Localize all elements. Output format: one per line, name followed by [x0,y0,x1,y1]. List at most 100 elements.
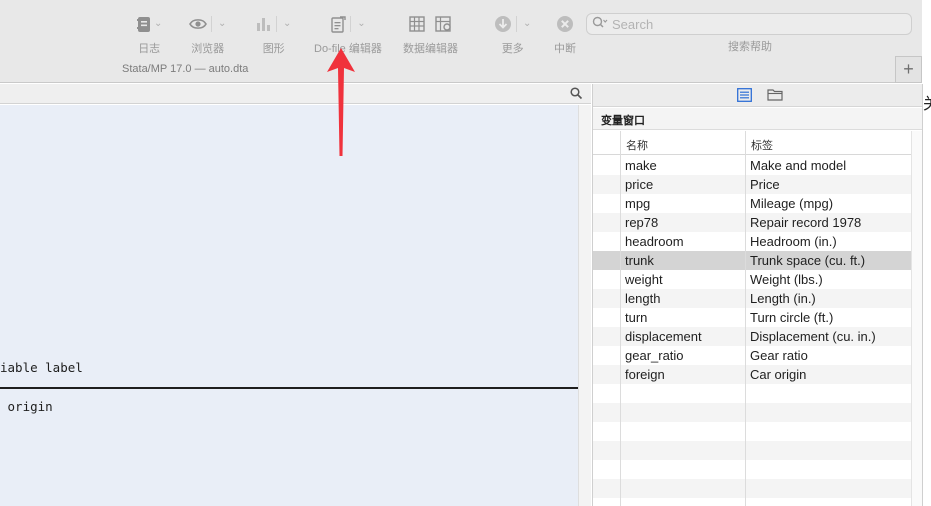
variable-name: rep78 [625,215,659,230]
variable-row-empty [593,441,911,460]
variable-row-empty [593,422,911,441]
variables-pane: 变量窗口 名称 标签 make Make and model price Price m… [592,84,923,506]
do-file-editor-icon [330,15,346,33]
toolbar-divider [516,16,517,32]
variable-row[interactable]: rep78 Repair record 1978 [593,213,911,232]
variable-name: mpg [625,196,651,211]
toolbar-divider [211,16,212,32]
variable-row[interactable]: displacement Displacement (cu. in.) [593,327,911,346]
variable-name: trunk [625,253,654,268]
data-editor-button[interactable]: 数据编辑器 [403,13,458,56]
chevron-down-icon[interactable]: ⌄ [523,19,531,29]
variable-label: Displacement (cu. in.) [750,329,876,344]
search-icon[interactable] [570,87,583,103]
search-field[interactable] [586,13,912,35]
eye-icon [189,17,207,31]
variable-label: Headroom (in.) [750,234,837,249]
break-button-label: 中断 [554,43,576,55]
results-window[interactable]: iable label origin [0,105,578,506]
variable-row[interactable]: gear_ratio Gear ratio [593,346,911,365]
results-header-text: iable label [0,360,83,375]
variable-row[interactable]: trunk Trunk space (cu. ft.) [593,251,911,270]
variable-name: make [625,158,657,173]
variable-row[interactable]: weight Weight (lbs.) [593,270,911,289]
search-help-label: 搜索帮助 [728,41,772,53]
variable-row[interactable]: foreign Car origin [593,365,911,384]
folder-icon[interactable] [767,88,783,104]
variable-row[interactable]: length Length (in.) [593,289,911,308]
variable-label: Price [750,177,780,192]
column-header-label[interactable]: 标签 [751,137,773,153]
chevron-down-icon[interactable]: ⌄ [218,19,226,29]
variables-toolbar [593,84,923,107]
more-down-arrow-icon [494,15,512,33]
variable-row[interactable]: turn Turn circle (ft.) [593,308,911,327]
variable-name: foreign [625,367,665,382]
search-input[interactable] [612,16,892,32]
variable-label: Mileage (mpg) [750,196,834,211]
results-value-text: origin [0,399,53,414]
variable-name: displacement [625,329,702,344]
log-button[interactable]: ⌄ 日志 [136,13,162,56]
annotation-arrow-icon [327,48,355,156]
variable-label: Gear ratio [750,348,808,363]
column-divider[interactable] [745,131,746,506]
variables-table-header: 名称 标签 [593,131,911,155]
column-divider [620,131,621,506]
variable-name: weight [625,272,663,287]
graph-button-label: 图形 [262,43,285,55]
background-window-edge [922,0,931,84]
variable-row[interactable]: headroom Headroom (in.) [593,232,911,251]
variable-row-empty [593,384,911,403]
variables-list-icon[interactable] [737,88,752,105]
chevron-down-icon[interactable]: ⌄ [357,19,365,29]
log-button-label: 日志 [138,43,161,55]
chevron-down-icon[interactable]: ⌄ [283,19,291,29]
variable-row[interactable]: price Price [593,175,911,194]
graph-button[interactable]: ⌄ 图形 [256,13,291,56]
results-scrollbar[interactable] [578,105,591,506]
variable-name: gear_ratio [625,348,684,363]
bar-graph-icon [256,17,272,32]
toolbar-divider [276,16,277,32]
break-icon [556,15,574,33]
window-title: Stata/MP 17.0 — auto.dta [122,63,249,75]
edge-glyph: 关 [923,90,931,114]
data-editor-icon [408,15,429,33]
more-button-label: 更多 [501,43,524,55]
variable-row[interactable]: mpg Mileage (mpg) [593,194,911,213]
variable-name: price [625,177,654,192]
chevron-down-icon[interactable]: ⌄ [154,19,162,29]
background-window-edge: 关 [922,84,931,506]
more-button[interactable]: ⌄ 更多 [494,13,531,56]
data-browser-icon[interactable] [434,15,453,33]
variable-label: Length (in.) [750,291,816,306]
variables-window-title: 变量窗口 [593,108,923,130]
variable-label: Car origin [750,367,807,382]
break-button[interactable]: 中断 [554,13,576,56]
variable-label: Repair record 1978 [750,215,862,230]
results-divider [0,387,578,389]
variable-name: turn [625,310,648,325]
log-notebook-icon [136,16,152,33]
main-toolbar: ⌄ 日志 ⌄ 浏览器 ⌄ 图形 ⌄ Do-file 编辑器 数据编辑器 ⌄ 更多… [0,0,922,83]
variable-row[interactable]: make Make and model [593,156,911,175]
results-header-bar [0,84,591,104]
viewer-button[interactable]: ⌄ 浏览器 [189,13,226,56]
variable-label: Trunk space (cu. ft.) [750,253,866,268]
variable-label: Make and model [750,158,847,173]
toolbar-divider [350,16,352,32]
new-tab-button[interactable]: + [895,56,922,83]
variable-row-empty [593,479,911,498]
variable-label: Weight (lbs.) [750,272,823,287]
column-header-name[interactable]: 名称 [626,137,648,153]
variables-list: make Make and model price Price mpg Mileage (… [593,156,911,506]
variable-name: length [625,291,661,306]
variable-label: Turn circle (ft.) [750,310,834,325]
data-editor-button-label: 数据编辑器 [403,43,458,55]
variable-name: headroom [625,234,684,249]
viewer-button-label: 浏览器 [191,43,225,55]
search-icon [592,16,608,32]
variable-row-empty [593,403,911,422]
variable-row-empty [593,460,911,479]
